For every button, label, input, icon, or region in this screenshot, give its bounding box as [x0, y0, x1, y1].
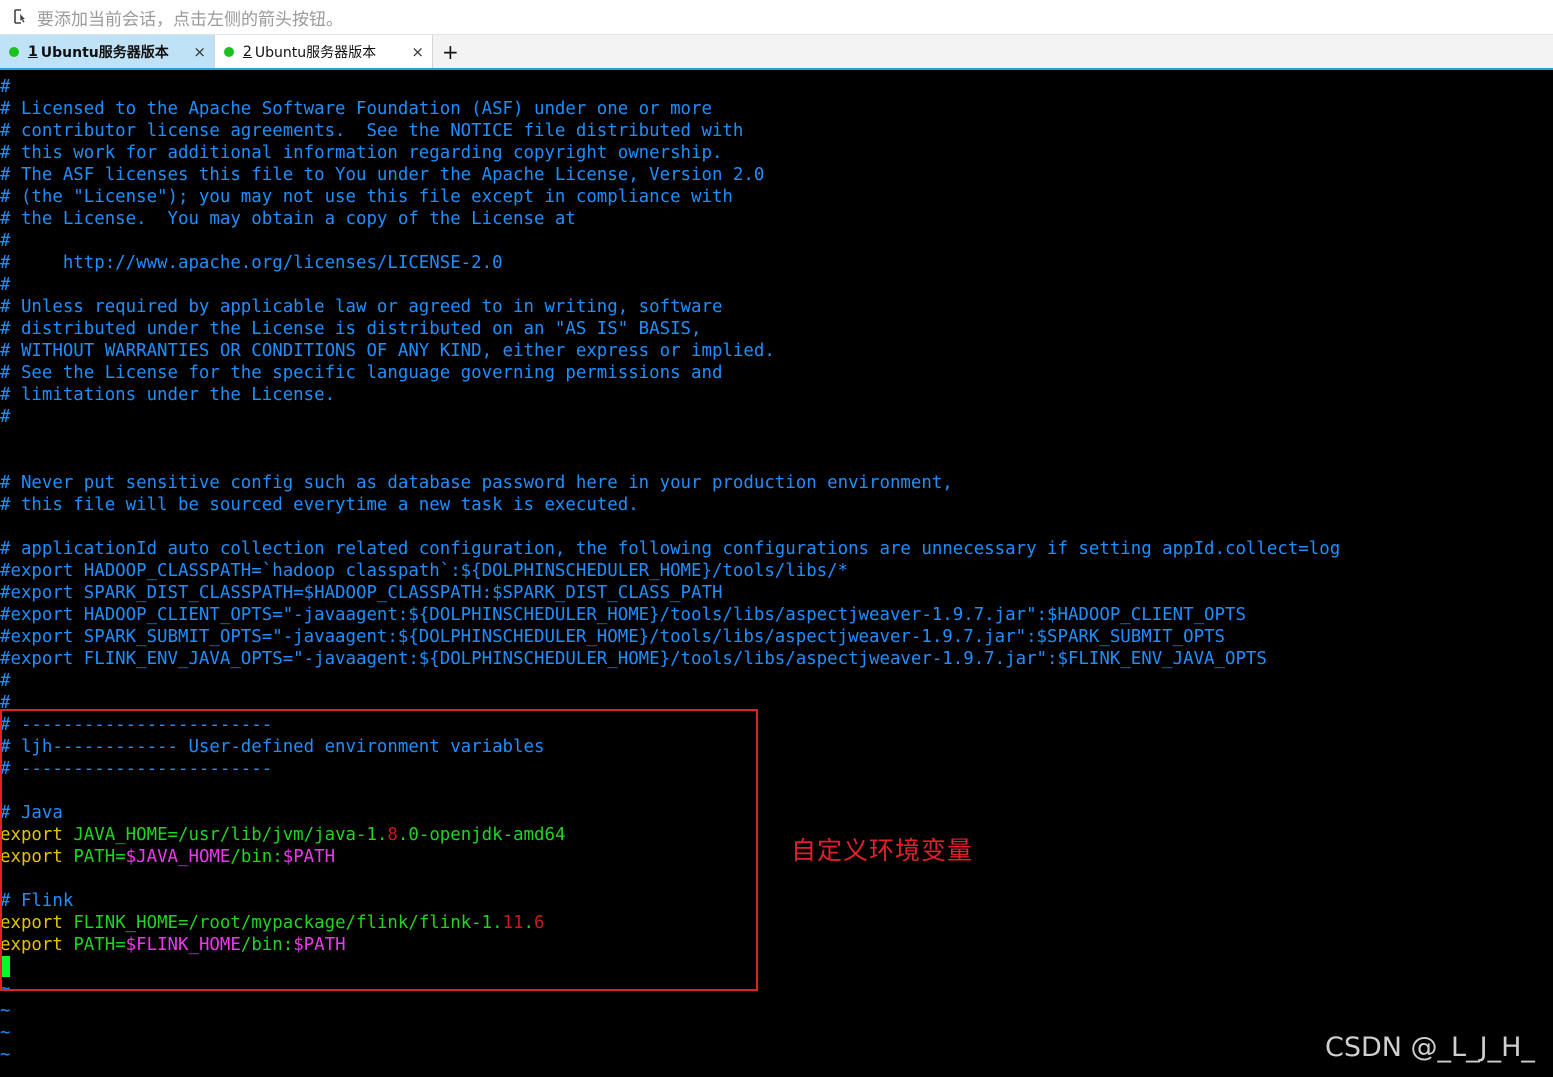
terminal-line-java-home: export JAVA_HOME=/usr/lib/jvm/java-1.8.0…	[0, 824, 1553, 846]
path-reference: $PATH	[293, 935, 346, 955]
terminal-line: #	[0, 693, 11, 713]
empty-buffer-line: ~	[0, 1045, 11, 1065]
terminal-line-flink-path: export PATH=$FLINK_HOME/bin:$PATH	[0, 934, 1553, 956]
connected-status-icon	[224, 46, 234, 57]
terminal-line: # Java	[0, 803, 63, 823]
path-assignment: PATH=	[73, 847, 126, 867]
export-keyword: export	[0, 825, 63, 845]
terminal-line: # ------------------------	[0, 759, 273, 779]
text-cursor	[0, 956, 10, 977]
terminal-line-java-path: export PATH=$JAVA_HOME/bin:$PATH	[0, 846, 1553, 868]
tab-session-2[interactable]: 2 Ubuntu服务器版本 ×	[215, 35, 433, 68]
annotation-label: 自定义环境变量	[791, 836, 974, 865]
terminal-line: # ljh------------ User-defined environme…	[0, 737, 545, 757]
session-hint-text: 要添加当前会话，点击左侧的箭头按钮。	[37, 9, 343, 30]
new-tab-button[interactable]: +	[433, 35, 468, 68]
terminal-line: # contributor license agreements. See th…	[0, 121, 744, 141]
export-keyword: export	[0, 913, 63, 933]
tab-session-1[interactable]: 1 Ubuntu服务器版本 ×	[0, 35, 215, 68]
flink-minor-version: 11	[502, 913, 524, 933]
add-session-icon[interactable]	[11, 7, 31, 27]
terminal-line: # See the License for the specific langu…	[0, 363, 723, 383]
java-home-suffix: .0-openjdk-amd64	[397, 825, 566, 845]
tab-title: Ubuntu服务器版本	[254, 44, 377, 61]
terminal-line: # the License. You may obtain a copy of …	[0, 209, 576, 229]
empty-buffer-line: ~	[0, 1001, 11, 1021]
terminal-line: # applicationId auto collection related …	[0, 539, 1341, 559]
version-dot: .	[523, 913, 535, 933]
session-hint-bar: 要添加当前会话，点击左侧的箭头按钮。	[0, 0, 1553, 35]
watermark: CSDN @_L_J_H_	[1325, 1032, 1535, 1063]
connected-status-icon	[9, 46, 19, 57]
terminal-line: # The ASF licenses this file to You unde…	[0, 165, 765, 185]
close-icon[interactable]: ×	[411, 43, 424, 61]
export-keyword: export	[0, 935, 63, 955]
bin-segment: /bin:	[240, 935, 294, 955]
java-version-number: 8	[387, 825, 398, 845]
terminal-line: #export FLINK_ENV_JAVA_OPTS="-javaagent:…	[0, 649, 1267, 669]
terminal-line: #export SPARK_DIST_CLASSPATH=$HADOOP_CLA…	[0, 583, 723, 603]
flink-patch-version: 6	[534, 913, 545, 933]
terminal-line-cursor	[0, 956, 1553, 978]
terminal-output[interactable]: # # Licensed to the Apache Software Found…	[0, 76, 1553, 1066]
terminal-line-flink-comment: # Flink	[0, 891, 74, 911]
terminal-line: #export HADOOP_CLIENT_OPTS="-javaagent:$…	[0, 605, 1246, 625]
flink-home-reference: $FLINK_HOME	[125, 935, 241, 955]
terminal-line: # ------------------------	[0, 715, 273, 735]
terminal-line: # http://www.apache.org/licenses/LICENSE…	[0, 253, 503, 273]
export-keyword: export	[0, 847, 63, 867]
terminal-line: # limitations under the License.	[0, 385, 336, 405]
terminal-line-flink-home: export FLINK_HOME=/root/mypackage/flink/…	[0, 912, 1553, 934]
session-tab-bar: 1 Ubuntu服务器版本 × 2 Ubuntu服务器版本 × +	[0, 35, 1553, 70]
tab-index: 2	[243, 43, 252, 60]
close-icon[interactable]: ×	[193, 43, 206, 61]
terminal-line: # Never put sensitive config such as dat…	[0, 473, 953, 493]
empty-buffer-line: ~	[0, 979, 11, 999]
tab-index: 1	[28, 43, 38, 60]
terminal-line: # (the "License"); you may not use this …	[0, 187, 733, 207]
terminal-line: #	[0, 275, 11, 295]
path-reference: $PATH	[282, 847, 336, 867]
tab-title: Ubuntu服务器版本	[40, 44, 169, 61]
flink-home-assignment: FLINK_HOME=/root/mypackage/flink/flink-1…	[73, 913, 503, 933]
terminal-line: #	[0, 671, 11, 691]
terminal-line: # distributed under the License is distr…	[0, 319, 702, 339]
empty-buffer-line: ~	[0, 1023, 11, 1043]
terminal-line: #	[0, 407, 11, 427]
terminal-line: # this work for additional information r…	[0, 143, 723, 163]
java-home-assignment: JAVA_HOME=/usr/lib/jvm/java-1.	[73, 825, 388, 845]
bin-segment: /bin:	[230, 847, 283, 867]
java-home-reference: $JAVA_HOME	[125, 847, 231, 867]
path-assignment: PATH=	[73, 935, 126, 955]
terminal-line: # WITHOUT WARRANTIES OR CONDITIONS OF AN…	[0, 341, 775, 361]
terminal-line: #	[0, 231, 11, 251]
terminal-line: #export SPARK_SUBMIT_OPTS="-javaagent:${…	[0, 627, 1225, 647]
terminal-line: # this file will be sourced everytime a …	[0, 495, 639, 515]
terminal-line: # Unless required by applicable law or a…	[0, 297, 723, 317]
terminal-line: # Licensed to the Apache Software Founda…	[0, 99, 712, 119]
terminal-line: #export HADOOP_CLASSPATH=`hadoop classpa…	[0, 561, 849, 581]
terminal-line: #	[0, 77, 11, 97]
